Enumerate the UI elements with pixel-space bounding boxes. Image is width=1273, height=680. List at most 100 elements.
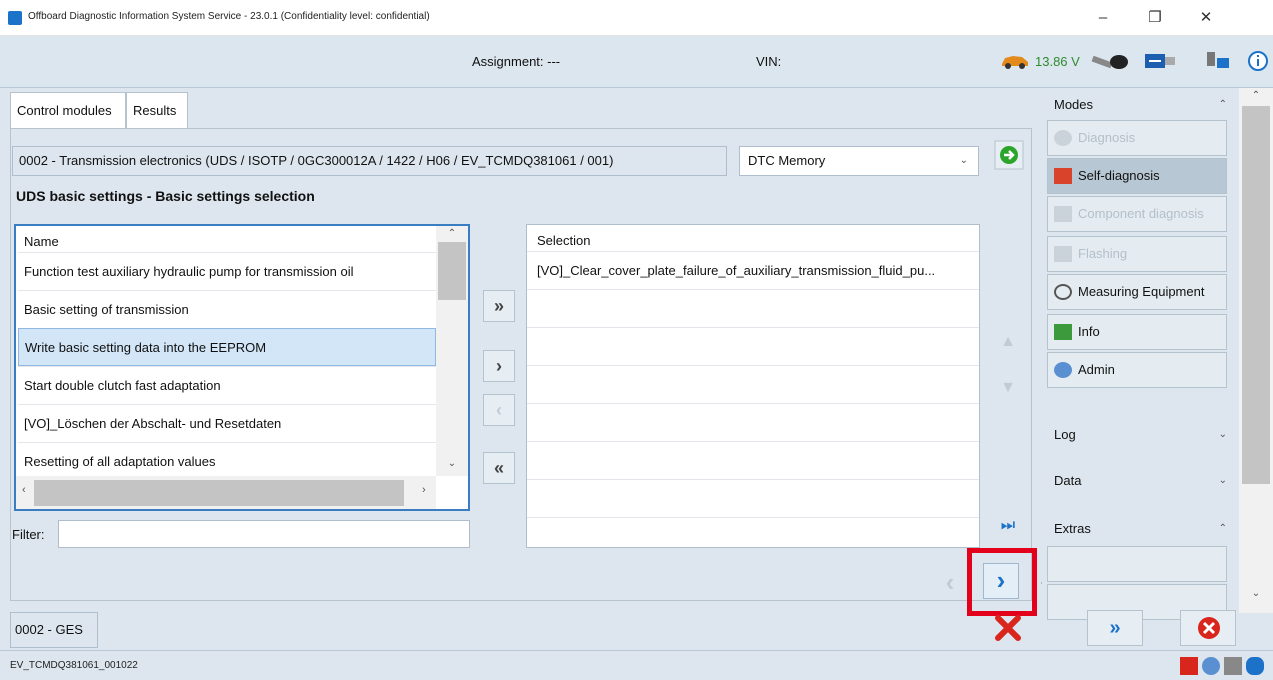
fast-forward-button[interactable]: » xyxy=(1087,610,1143,646)
tab-results[interactable]: Results xyxy=(126,92,188,128)
mode-label: Component diagnosis xyxy=(1078,206,1204,221)
stop-button[interactable] xyxy=(1180,610,1236,646)
tab-control-modules[interactable]: Control modules xyxy=(10,92,126,128)
remove-all-button[interactable]: « xyxy=(483,452,515,484)
mode-admin[interactable]: Admin xyxy=(1047,352,1227,388)
collapse-icon: ⌃ xyxy=(1218,523,1227,534)
list-item xyxy=(527,327,979,365)
admin-icon xyxy=(1054,362,1072,378)
go-arrow-button[interactable] xyxy=(994,140,1024,170)
list-item[interactable]: Resetting of all adaptation values xyxy=(18,442,436,480)
diagnosis-icon xyxy=(1054,130,1072,146)
vin-label: VIN: xyxy=(756,54,782,69)
scroll-up-icon[interactable]: ⌃ xyxy=(1239,90,1273,101)
extras-header-label: Extras xyxy=(1054,521,1091,536)
connector-plug-icon xyxy=(1091,55,1128,69)
mode-info[interactable]: Info xyxy=(1047,314,1227,350)
measuring-icon xyxy=(1054,284,1072,300)
stop-icon xyxy=(1198,617,1220,639)
database-icon[interactable] xyxy=(1246,657,1264,675)
list-item[interactable]: [VO]_Löschen der Abschalt- und Resetdate… xyxy=(18,404,436,442)
list-item-selected[interactable]: Write basic setting data into the EEPROM xyxy=(18,328,436,366)
sidebar-scrollbar[interactable]: ⌃ ⌄ xyxy=(1239,88,1273,613)
control-module-info: 0002 - Transmission electronics (UDS / I… xyxy=(12,146,727,176)
mode-label: Measuring Equipment xyxy=(1078,284,1205,299)
close-window-button[interactable]: ✕ xyxy=(1186,6,1226,30)
list-item xyxy=(527,479,979,517)
flashing-icon xyxy=(1054,246,1072,262)
filter-label: Filter: xyxy=(12,527,45,542)
status-module: 0002 - GES xyxy=(10,612,98,648)
cancel-x-icon[interactable] xyxy=(993,613,1023,643)
camera-icon[interactable] xyxy=(1224,657,1242,675)
window-title: Offboard Diagnostic Information System S… xyxy=(28,11,430,22)
filter-input[interactable] xyxy=(58,520,470,548)
mode-flashing[interactable]: Flashing xyxy=(1047,236,1227,272)
header-bar: Assignment: --- VIN: 13.86 V xyxy=(0,36,1273,88)
mode-label: Diagnosis xyxy=(1078,130,1136,145)
status-bar: EV_TCMDQ381061_001022 xyxy=(0,650,1273,680)
mode-self-diagnosis[interactable]: Self-diagnosis xyxy=(1047,158,1227,194)
chevron-down-icon: ⌄ xyxy=(959,155,968,166)
expand-icon: ⌄ xyxy=(1218,429,1227,440)
basic-settings-list: Name Function test auxiliary hydraulic p… xyxy=(14,224,470,511)
list-item[interactable]: [VO]_Clear_cover_plate_failure_of_auxili… xyxy=(527,251,979,289)
selection-list: Selection [VO]_Clear_cover_plate_failure… xyxy=(526,224,980,548)
scroll-up-icon[interactable]: ⌃ xyxy=(436,228,468,239)
status-text: EV_TCMDQ381061_001022 xyxy=(10,660,138,671)
scroll-thumb[interactable] xyxy=(34,480,404,506)
exit-icon[interactable] xyxy=(1180,657,1198,675)
mode-label: Info xyxy=(1078,324,1100,339)
add-all-button[interactable]: » xyxy=(483,290,515,322)
highlight-box xyxy=(967,548,1037,616)
scroll-down-icon[interactable]: ⌄ xyxy=(1239,588,1273,599)
settings-icon[interactable] xyxy=(1202,657,1220,675)
scroll-down-icon[interactable]: ⌄ xyxy=(436,458,468,469)
list-item xyxy=(527,517,979,547)
list-item xyxy=(527,365,979,403)
sidebar: Modes ⌃ Diagnosis Self-diagnosis Compone… xyxy=(1042,88,1239,648)
list-item xyxy=(527,289,979,327)
usb-icon xyxy=(1145,54,1175,68)
selection-column-header: Selection xyxy=(537,233,591,248)
name-column-header: Name xyxy=(24,234,59,249)
log-section-header[interactable]: Log ⌄ xyxy=(1042,418,1237,452)
add-selected-button[interactable]: › xyxy=(483,350,515,382)
assignment-label: Assignment: --- xyxy=(472,54,561,69)
self-diagnosis-icon xyxy=(1054,168,1072,184)
mode-label: Flashing xyxy=(1078,246,1128,261)
network-icon xyxy=(1207,52,1229,68)
app-icon xyxy=(8,11,22,25)
list-item[interactable]: Function test auxiliary hydraulic pump f… xyxy=(18,252,436,290)
list-item[interactable]: Basic setting of transmission xyxy=(18,290,436,328)
mode-component-diagnosis[interactable]: Component diagnosis xyxy=(1047,196,1227,232)
extras-item[interactable] xyxy=(1047,546,1227,582)
mode-diagnosis[interactable]: Diagnosis xyxy=(1047,120,1227,156)
list-vertical-scrollbar[interactable]: ⌃ ⌄ xyxy=(436,226,468,476)
extras-section-header[interactable]: Extras ⌃ xyxy=(1042,512,1237,546)
info-icon[interactable] xyxy=(1246,50,1270,72)
window-titlebar: Offboard Diagnostic Information System S… xyxy=(0,0,1273,36)
skip-to-end-icon[interactable]: ⏭ xyxy=(992,510,1024,542)
move-down-icon[interactable]: ▼ xyxy=(992,372,1024,404)
mode-measuring-equipment[interactable]: Measuring Equipment xyxy=(1047,274,1227,310)
dtc-select-value: DTC Memory xyxy=(748,153,826,168)
scroll-thumb[interactable] xyxy=(438,242,466,300)
mode-label: Self-diagnosis xyxy=(1078,168,1160,183)
modes-section-header[interactable]: Modes ⌃ xyxy=(1042,88,1237,122)
maximize-button[interactable]: ❐ xyxy=(1135,6,1175,30)
minimize-button[interactable]: – xyxy=(1083,6,1123,30)
expand-icon: ⌄ xyxy=(1218,475,1227,486)
list-horizontal-scrollbar[interactable]: ‹ › xyxy=(16,476,436,509)
scroll-left-icon[interactable]: ‹ xyxy=(22,484,26,496)
move-up-icon[interactable]: ▲ xyxy=(992,326,1024,358)
list-item xyxy=(527,403,979,441)
scroll-thumb[interactable] xyxy=(1242,106,1270,484)
car-icon xyxy=(1002,56,1028,69)
remove-selected-button[interactable]: ‹ xyxy=(483,394,515,426)
back-button[interactable]: ‹ xyxy=(933,565,967,599)
list-item[interactable]: Start double clutch fast adaptation xyxy=(18,366,436,404)
dtc-memory-select[interactable]: DTC Memory ⌄ xyxy=(739,146,979,176)
scroll-right-icon[interactable]: › xyxy=(422,484,426,496)
data-section-header[interactable]: Data ⌄ xyxy=(1042,464,1237,498)
